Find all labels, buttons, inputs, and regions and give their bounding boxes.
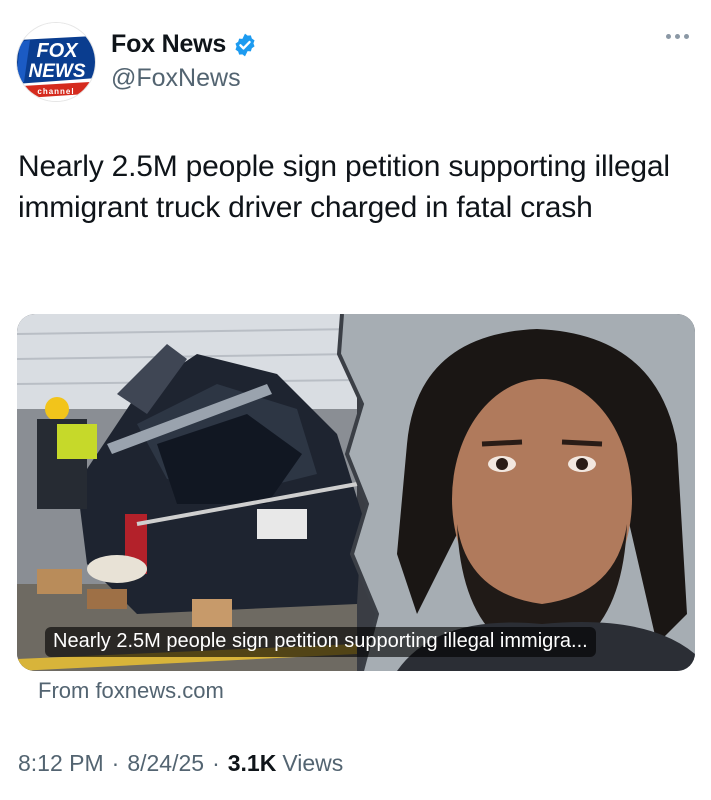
- card-caption: Nearly 2.5M people sign petition support…: [45, 627, 596, 657]
- display-name[interactable]: Fox News: [111, 30, 226, 59]
- tweet-date[interactable]: 8/24/25: [127, 750, 204, 777]
- views-count: 3.1K: [227, 750, 277, 776]
- logo-fox-text: FOX: [36, 40, 79, 62]
- author-handle[interactable]: @FoxNews: [111, 64, 241, 93]
- meta-separator: ·: [111, 750, 120, 776]
- logo-channel-text: channel: [37, 87, 74, 96]
- views-label: Views: [282, 750, 344, 776]
- card-image: [17, 314, 695, 671]
- tweet-text: Nearly 2.5M people sign petition support…: [18, 150, 670, 224]
- logo-news-text: NEWS: [29, 61, 86, 82]
- avatar[interactable]: FOX NEWS channel: [16, 22, 96, 102]
- tweet-time[interactable]: 8:12 PM: [18, 750, 104, 777]
- author-name-row[interactable]: Fox News: [111, 30, 258, 59]
- link-card[interactable]: Nearly 2.5M people sign petition support…: [17, 314, 695, 671]
- link-source[interactable]: From foxnews.com: [38, 678, 224, 704]
- meta-separator: ·: [212, 750, 220, 776]
- more-horizontal-icon[interactable]: [666, 34, 689, 39]
- fox-news-logo: FOX NEWS channel: [17, 23, 95, 101]
- tweet-meta: 8:12 PM · 8/24/25 · 3.1K Views: [18, 750, 343, 777]
- verified-badge-icon: [235, 33, 255, 56]
